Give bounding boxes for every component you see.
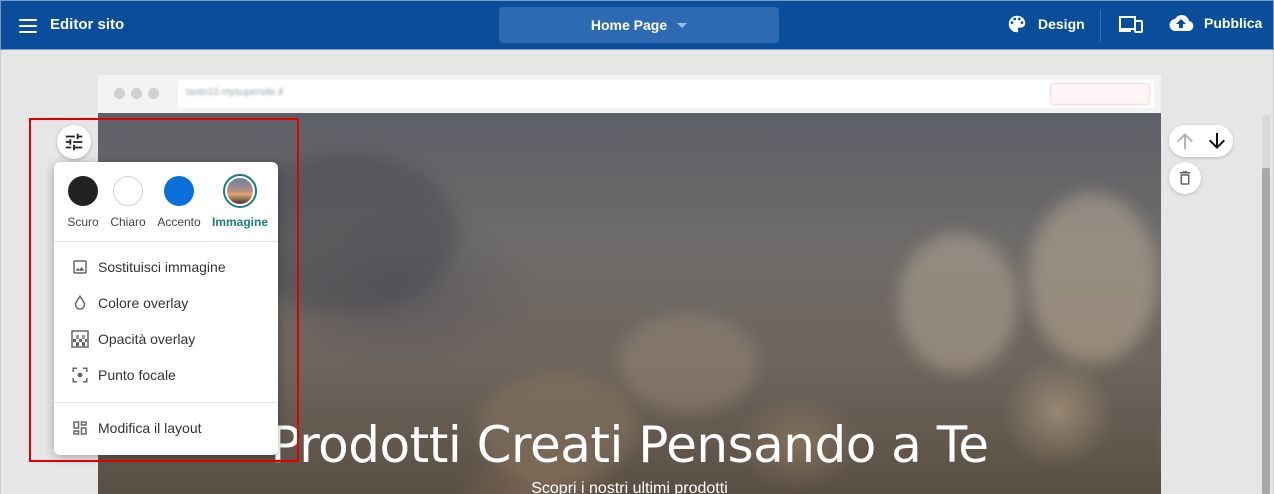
swatch-accent[interactable]: Accento <box>149 176 209 229</box>
scrollbar-thumb[interactable] <box>1262 168 1270 494</box>
toolbar-divider <box>1100 10 1101 42</box>
app-title: Editor sito <box>50 16 125 33</box>
devices-icon <box>1119 16 1143 33</box>
overlay-opacity-item[interactable]: Opacità overlay <box>54 323 278 355</box>
page-selector-dropdown[interactable]: Home Page <box>499 7 779 43</box>
layout-icon <box>70 418 90 438</box>
edit-layout-item[interactable]: Modifica il layout <box>54 412 278 444</box>
focal-point-item[interactable]: Punto focale <box>54 359 278 391</box>
bokeh-light <box>1028 193 1158 363</box>
delete-section-button[interactable] <box>1169 162 1201 194</box>
design-label: Design <box>1038 16 1085 32</box>
panel-divider <box>54 241 278 242</box>
page-selector-label: Home Page <box>590 17 668 33</box>
image-swatch-circle <box>223 174 257 208</box>
focal-point-label: Punto focale <box>98 367 176 383</box>
replace-image-item[interactable]: Sostituisci immagine <box>54 251 278 283</box>
url-bar: tasto10.mysupersite.it <box>178 80 1154 108</box>
overlay-color-item[interactable]: Colore overlay <box>54 287 278 319</box>
hero-subtitle[interactable]: Scopri i nostri ultimi prodotti <box>98 480 1161 494</box>
chevron-down-icon <box>677 22 688 28</box>
focal-point-icon <box>70 365 90 385</box>
top-bar: Editor sito Home Page Design Pubblica <box>0 0 1274 50</box>
accent-swatch-circle <box>164 176 194 206</box>
trash-icon <box>1179 171 1191 185</box>
device-preview-button[interactable] <box>1119 15 1153 35</box>
window-dot <box>131 88 142 99</box>
bokeh-light <box>618 313 758 413</box>
move-down-icon[interactable] <box>1205 129 1229 153</box>
replace-image-label: Sostituisci immagine <box>98 259 226 275</box>
background-options-panel: Scuro Chiaro Accento Immagine Sostituisc… <box>54 162 278 455</box>
image-icon <box>70 257 90 277</box>
publish-label: Pubblica <box>1204 15 1263 31</box>
opacity-icon <box>70 329 90 349</box>
palette-icon <box>1008 15 1026 33</box>
move-up-icon[interactable] <box>1173 129 1197 153</box>
tune-icon <box>65 133 83 151</box>
bokeh-light <box>898 233 1018 373</box>
window-dot <box>148 88 159 99</box>
window-dot <box>114 88 125 99</box>
panel-divider <box>54 402 278 403</box>
hamburger-menu-icon[interactable] <box>17 15 39 37</box>
swatch-label-image: Immagine <box>211 215 268 229</box>
url-badge <box>1050 83 1150 105</box>
overlay-color-label: Colore overlay <box>98 295 189 311</box>
url-text: tasto10.mysupersite.it <box>186 87 284 98</box>
drop-icon <box>70 293 90 313</box>
swatch-image[interactable]: Immagine <box>210 174 270 229</box>
image-thumbnail <box>227 178 253 204</box>
light-swatch-circle <box>113 176 143 206</box>
section-settings-button[interactable] <box>57 125 91 159</box>
cloud-upload-icon <box>1169 14 1194 31</box>
publish-button[interactable]: Pubblica <box>1168 13 1262 33</box>
design-button[interactable]: Design <box>1006 13 1085 35</box>
section-reorder-controls <box>1169 125 1233 157</box>
dark-swatch-circle <box>68 176 98 206</box>
swatch-label-accent: Accento <box>157 215 201 229</box>
overlay-opacity-label: Opacità overlay <box>98 331 196 347</box>
edit-layout-label: Modifica il layout <box>98 420 202 436</box>
